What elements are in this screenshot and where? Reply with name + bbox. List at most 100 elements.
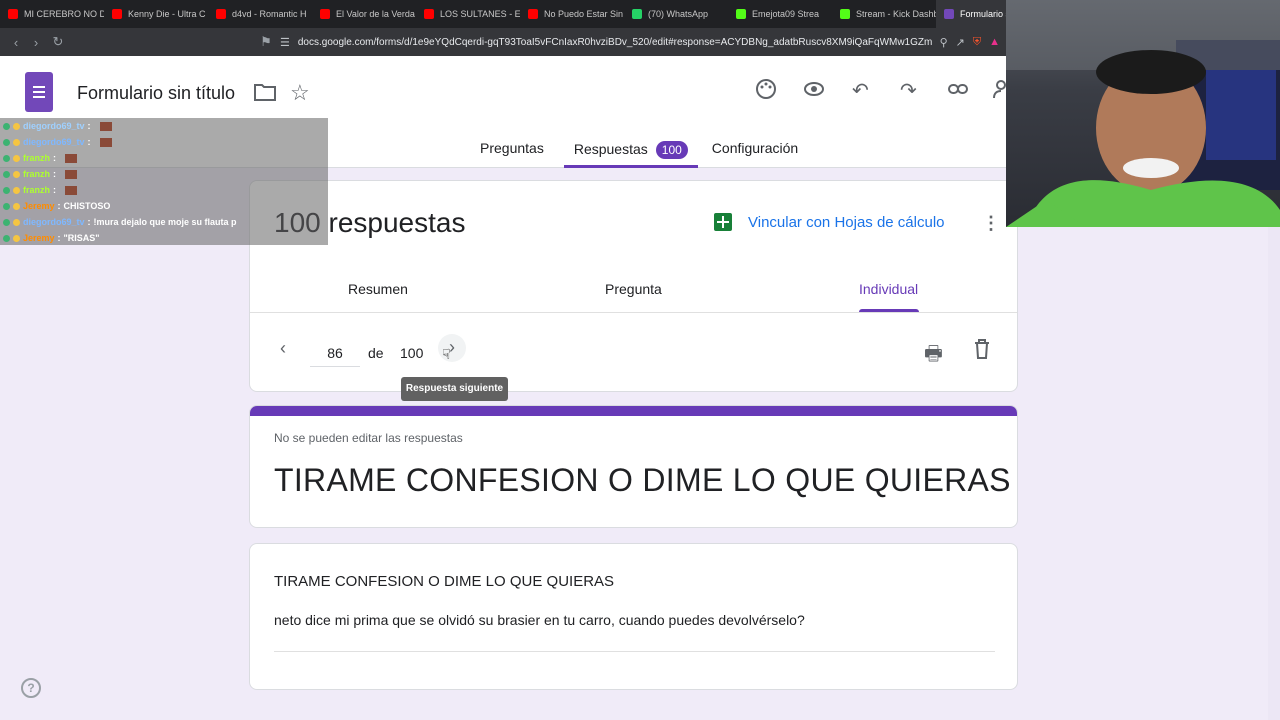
chat-badge-icon — [3, 122, 10, 130]
form-title[interactable]: Formulario sin título — [77, 83, 235, 104]
tab-favicon-icon — [112, 9, 122, 19]
tab-resumen[interactable]: Resumen — [348, 281, 408, 297]
form-accent-bar — [250, 406, 1017, 416]
chat-username: Jeremy — [23, 201, 55, 211]
chat-badge-icon — [3, 138, 10, 146]
help-icon[interactable]: ? — [21, 678, 41, 698]
redo-icon[interactable]: ↷ — [900, 78, 917, 103]
address-bar[interactable]: ☰ docs.google.com/forms/d/1e9eYQdCqerdi-… — [280, 32, 1000, 52]
tab-favicon-icon — [424, 9, 434, 19]
link-sheets-button[interactable]: Vincular con Hojas de cálculo — [714, 213, 945, 231]
forward-icon[interactable]: › — [26, 32, 46, 52]
chat-message: diegordo69_tv: — [0, 118, 328, 134]
chat-badge-icon — [3, 170, 10, 178]
chat-emote-icon — [65, 153, 77, 163]
chat-emote-icon — [99, 137, 112, 147]
sheets-icon — [714, 213, 732, 231]
tab-favicon-icon — [216, 9, 226, 19]
palette-icon[interactable] — [755, 78, 777, 106]
chat-username: diegordo69_tv — [23, 217, 85, 227]
chat-message: franzh: — [0, 150, 328, 166]
chat-separator: : — [87, 137, 91, 147]
browser-tab[interactable]: El Valor de la Verda — [312, 0, 416, 28]
tab-configuracion[interactable]: Configuración — [712, 140, 798, 168]
tab-respuestas[interactable]: Respuestas 100 — [563, 140, 698, 168]
responses-count-badge: 100 — [655, 140, 688, 159]
previous-response-icon[interactable]: ‹ — [280, 338, 286, 359]
chat-badge-icon — [13, 122, 20, 130]
browser-tab[interactable]: LOS SULTANES - ES — [416, 0, 520, 28]
page-scrollbar[interactable] — [1268, 227, 1280, 720]
zoom-icon[interactable]: ⚲ — [940, 36, 948, 49]
chat-username: diegordo69_tv — [23, 121, 85, 131]
chat-username: franzh — [23, 169, 50, 179]
chat-badge-icon — [3, 154, 10, 162]
chat-text: CHISTOSO — [63, 201, 111, 211]
preview-eye-icon[interactable] — [803, 78, 825, 106]
browser-tab[interactable]: Formulario si — [936, 0, 1006, 28]
response-number-input[interactable]: 86 — [310, 341, 360, 367]
chat-badge-icon — [13, 202, 20, 210]
back-icon[interactable]: ‹ — [6, 32, 26, 52]
site-info-icon[interactable]: ☰ — [280, 36, 290, 49]
form-tabs: Preguntas Respuestas 100 Configuración — [480, 140, 798, 168]
browser-tab-label: Formulario si — [960, 9, 1006, 19]
chat-username: diegordo69_tv — [23, 137, 85, 147]
chat-badge-icon — [13, 186, 20, 194]
reload-icon[interactable]: ↻ — [48, 32, 68, 52]
chat-separator: : — [87, 217, 91, 227]
bookmark-icon[interactable]: ⚑ — [256, 32, 276, 52]
browser-tab-label: MI CEREBRO NO DA — [24, 9, 104, 19]
stream-chat-overlay: diegordo69_tv: diegordo69_tv: franzh: franz… — [0, 118, 328, 245]
response-pager: ‹ 86 de 100 › 🖶 — [250, 323, 1017, 383]
browser-tab-label: d4vd - Romantic H — [232, 9, 307, 19]
tab-pregunta[interactable]: Pregunta — [605, 281, 662, 297]
browser-tab-label: (70) WhatsApp — [648, 9, 709, 19]
webcam-overlay — [1006, 0, 1280, 227]
chat-message: franzh: — [0, 182, 328, 198]
browser-tab[interactable]: (70) WhatsApp — [624, 0, 728, 28]
browser-tab[interactable]: Kenny Die - Ultra C — [104, 0, 208, 28]
brave-rewards-icon[interactable]: ▲ — [989, 36, 1000, 48]
folder-icon[interactable] — [254, 83, 276, 107]
answer-underline — [274, 651, 995, 652]
chat-badge-icon — [13, 170, 20, 178]
chat-badge-icon — [13, 138, 20, 146]
link-icon[interactable] — [947, 78, 969, 106]
print-icon[interactable]: 🖶 — [924, 339, 943, 373]
browser-tab[interactable]: d4vd - Romantic H — [208, 0, 312, 28]
browser-tab[interactable]: Stream - Kick Dashb — [832, 0, 936, 28]
tab-preguntas[interactable]: Preguntas — [480, 140, 544, 168]
browser-tab[interactable]: Emejota09 Strea — [728, 0, 832, 28]
active-tab-indicator — [859, 309, 919, 312]
chat-badge-icon — [3, 202, 10, 210]
tab-favicon-icon — [8, 9, 18, 19]
url-text[interactable]: docs.google.com/forms/d/1e9eYQdCqerdi-gq… — [298, 37, 932, 48]
chat-text: "RISAS" — [63, 233, 100, 243]
chat-badge-icon — [3, 218, 10, 226]
browser-tab-label: Kenny Die - Ultra C — [128, 9, 206, 19]
browser-tab-bar: MI CEREBRO NO DA Kenny Die - Ultra C d4vd … — [0, 0, 1006, 28]
chat-separator: : — [53, 169, 56, 179]
responses-summary-card: 100 respuestas Vincular con Hojas de cál… — [249, 180, 1018, 392]
more-options-icon[interactable]: ⋮ — [982, 213, 1000, 234]
star-icon[interactable]: ☆ — [290, 80, 310, 106]
chat-message: franzh: — [0, 166, 328, 182]
chat-emote-icon — [65, 169, 77, 179]
form-header-card: No se pueden editar las respuestas TIRAM… — [249, 405, 1018, 528]
brave-shield-icon[interactable]: ⛨ — [973, 36, 981, 49]
browser-tab[interactable]: No Puedo Estar Sin — [520, 0, 624, 28]
question-title: TIRAME CONFESION O DIME LO QUE QUIERAS — [274, 573, 615, 590]
tab-individual[interactable]: Individual — [859, 281, 918, 297]
share-icon[interactable]: ↗ — [956, 36, 965, 49]
undo-icon[interactable]: ↶ — [852, 78, 869, 103]
chat-text: !mura dejalo que moje su flauta p — [93, 217, 237, 227]
forms-logo-icon[interactable] — [25, 72, 53, 112]
browser-tab-label: Stream - Kick Dashb — [856, 9, 936, 19]
tab-favicon-icon — [736, 9, 746, 19]
browser-tab[interactable]: MI CEREBRO NO DA — [0, 0, 104, 28]
tab-favicon-icon — [944, 9, 954, 19]
hand-cursor-icon: ☟ — [442, 346, 451, 362]
delete-icon[interactable] — [974, 339, 990, 365]
add-collaborator-icon[interactable] — [993, 78, 1007, 106]
